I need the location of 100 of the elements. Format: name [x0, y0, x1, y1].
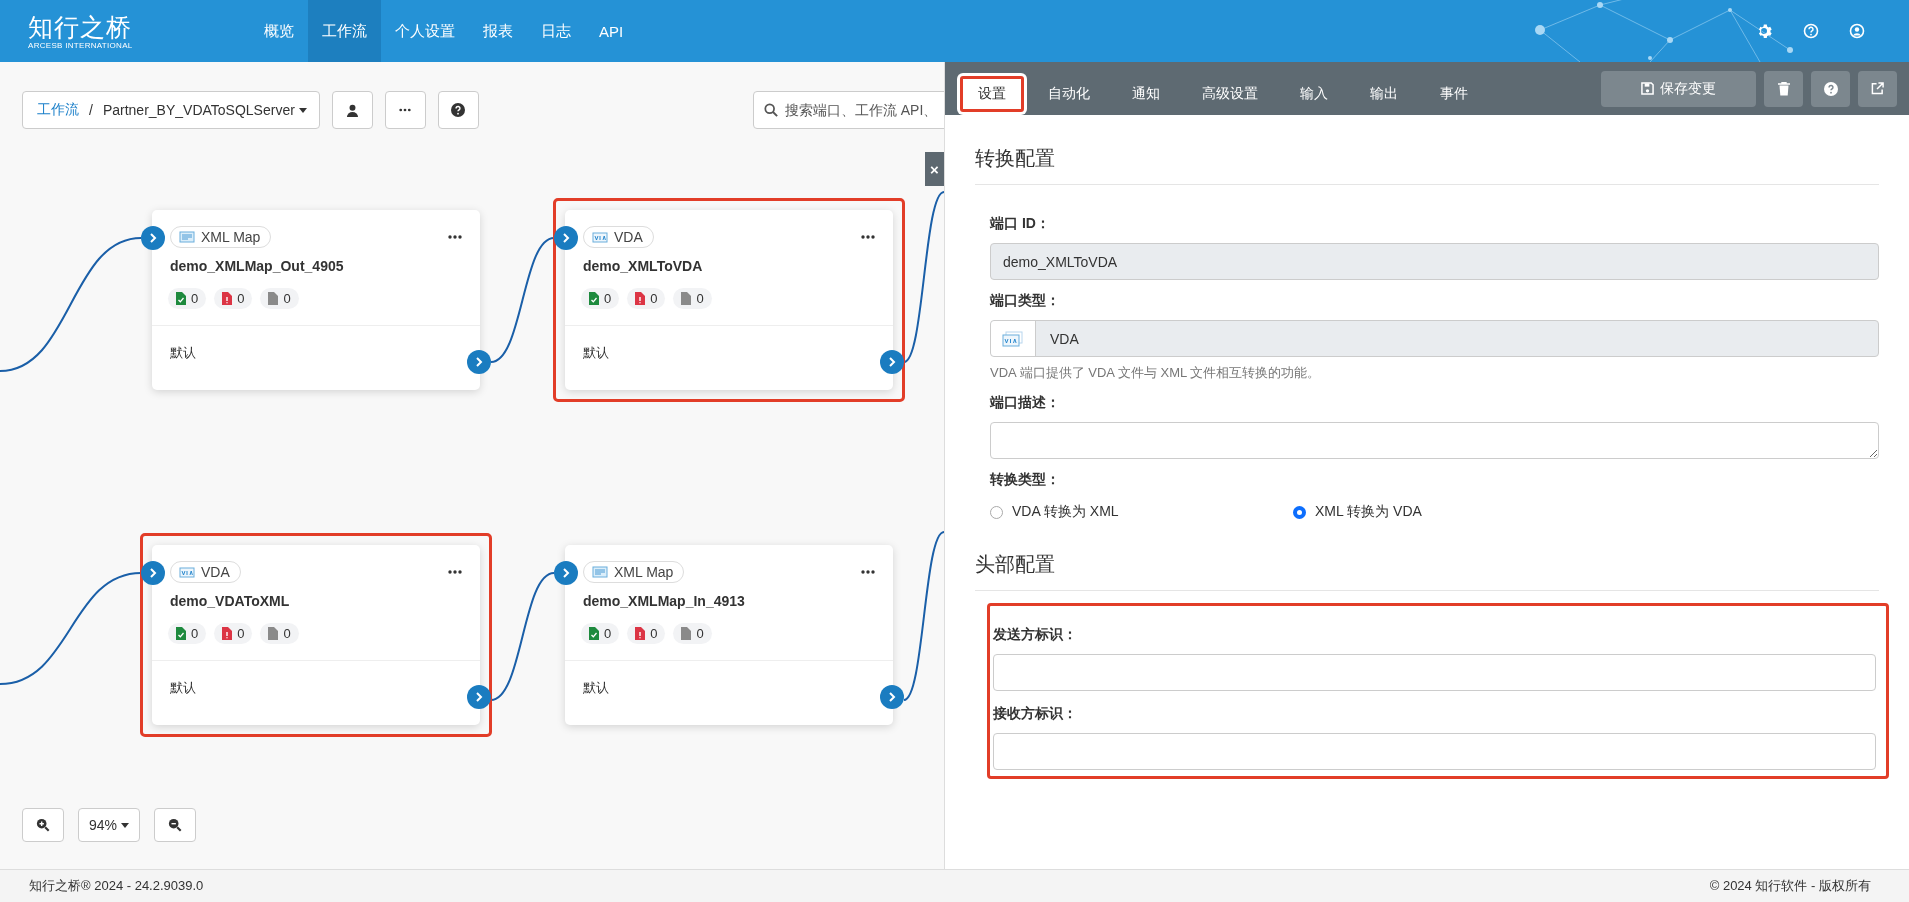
more-icon[interactable] — [448, 235, 462, 239]
file-count-badge: 0 — [627, 288, 666, 309]
field-label: 转换类型： — [990, 471, 1061, 489]
map-file-icon — [179, 231, 195, 243]
file-count-badge: 0 — [260, 623, 299, 644]
input-port-handle[interactable] — [554, 561, 578, 585]
port-node-card[interactable]: VDA demo_XMLToVDA 0 0 0 默认 — [565, 210, 893, 390]
port-node-card[interactable]: VDA demo_VDAToXML 0 0 0 默认 — [152, 545, 480, 725]
nav-tab[interactable]: 工作流 — [308, 0, 381, 62]
zoom-in-button[interactable] — [22, 808, 64, 842]
output-port-handle[interactable] — [467, 350, 491, 374]
port-name: demo_VDAToXML — [169, 592, 291, 609]
breadcrumb-separator: / — [89, 102, 93, 118]
panel-tab[interactable]: 事件 — [1419, 73, 1489, 115]
breadcrumb-link[interactable]: 工作流 — [37, 101, 79, 119]
field-label: 端口描述： — [990, 394, 1061, 412]
logo-subtitle: ARCESB INTERNATIONAL — [28, 40, 133, 50]
map-file-icon — [592, 566, 608, 578]
description-field[interactable] — [990, 422, 1879, 459]
chevron-right-icon — [888, 357, 896, 367]
field-label: 接收方标识： — [993, 705, 1078, 723]
copyright-text: © 2024 知行软件 - 版权所有 — [1709, 877, 1871, 895]
document-icon — [176, 627, 186, 640]
vda-file-icon — [1002, 330, 1024, 347]
chevron-right-icon — [475, 357, 483, 367]
save-button[interactable]: 保存变更 — [1601, 70, 1756, 107]
nav-tab[interactable]: 日志 — [527, 0, 585, 62]
input-port-handle[interactable] — [141, 226, 165, 250]
settings-icon[interactable] — [1757, 23, 1773, 39]
ellipsis-icon — [399, 108, 412, 112]
zoom-out-button[interactable] — [154, 808, 197, 842]
nav-tab[interactable]: 概览 — [250, 0, 308, 62]
file-count-badge: 0 — [581, 288, 620, 309]
section-title: 头部配置 — [975, 551, 1879, 591]
more-icon[interactable] — [448, 570, 462, 574]
help-icon — [451, 103, 466, 117]
caret-icon — [298, 107, 307, 113]
panel-tab[interactable]: 自动化 — [1027, 73, 1111, 115]
output-label: 默认 — [170, 680, 196, 695]
radio-option[interactable]: XML 转换为 VDA — [1293, 503, 1596, 521]
port-node-card[interactable]: XML Map demo_XMLMap_Out_4905 0 0 0 默认 — [152, 210, 480, 390]
panel-tab[interactable]: 高级设置 — [1181, 73, 1279, 115]
more-icon[interactable] — [861, 570, 875, 574]
version-text: 知行之桥® 2024 - 24.2.9039.0 — [29, 877, 204, 895]
file-count-badge: 0 — [581, 623, 620, 644]
chevron-right-icon — [475, 692, 483, 702]
panel-tab[interactable]: 输出 — [1349, 73, 1419, 115]
trash-icon — [1777, 81, 1790, 96]
nav-tab[interactable]: API — [585, 0, 638, 62]
document-icon — [222, 292, 233, 305]
document-icon — [589, 292, 599, 305]
zoom-out-icon — [168, 818, 183, 832]
nav-tab[interactable]: 报表 — [469, 0, 527, 62]
field-label: 端口类型： — [990, 292, 1061, 310]
document-icon — [222, 627, 233, 640]
document-icon — [268, 292, 279, 305]
vda-file-icon — [592, 231, 608, 243]
panel-tab[interactable]: 设置 — [957, 73, 1027, 115]
port-name: demo_XMLToVDA — [582, 257, 704, 274]
chevron-right-icon — [149, 233, 157, 243]
document-icon — [589, 627, 599, 640]
help-button[interactable] — [1811, 70, 1850, 107]
file-count-badge: 0 — [168, 623, 207, 644]
open-external-button[interactable] — [1858, 70, 1897, 107]
search-icon — [763, 103, 778, 117]
text-input-field[interactable] — [993, 733, 1876, 770]
port-node-card[interactable]: XML Map demo_XMLMap_In_4913 0 0 0 默认 — [565, 545, 893, 725]
radio-option[interactable]: VDA 转换为 XML — [990, 503, 1293, 521]
file-count-badge: 0 — [168, 288, 207, 309]
search-field[interactable]: 搜索端口、工作流 API、 — [752, 91, 944, 129]
help-icon[interactable] — [1803, 23, 1819, 39]
zoom-level-dropdown[interactable]: 94% — [78, 808, 141, 842]
file-count-badge: 0 — [260, 288, 299, 309]
panel-tab[interactable]: 输入 — [1279, 73, 1349, 115]
external-link-icon — [1871, 82, 1884, 95]
output-label: 默认 — [583, 345, 609, 360]
output-label: 默认 — [583, 680, 609, 695]
port-name: demo_XMLMap_In_4913 — [582, 592, 746, 609]
panel-tab[interactable]: 通知 — [1111, 73, 1181, 115]
user-icon[interactable] — [1849, 23, 1865, 39]
help-icon — [1823, 81, 1838, 96]
text-input-field[interactable] — [993, 654, 1876, 691]
logo[interactable]: 知行之桥 — [28, 12, 132, 41]
radio-button[interactable] — [1293, 505, 1306, 519]
file-count-badge: 0 — [673, 623, 712, 644]
nav-tab[interactable]: 个人设置 — [381, 0, 469, 62]
more-icon[interactable] — [861, 235, 875, 239]
field-label: 发送方标识： — [993, 626, 1078, 644]
output-port-handle[interactable] — [880, 685, 904, 709]
workflow-dropdown[interactable]: Partner_BY_VDAToSQLServer — [102, 102, 307, 118]
chevron-right-icon — [562, 233, 570, 243]
user-button[interactable] — [331, 91, 373, 129]
close-button[interactable]: × — [925, 152, 944, 186]
delete-button[interactable] — [1764, 70, 1803, 107]
section-title: 转换配置 — [975, 145, 1879, 185]
port-id-field[interactable]: demo_XMLToVDA — [990, 243, 1879, 280]
chevron-right-icon — [149, 568, 157, 578]
document-icon — [268, 627, 279, 640]
help-button[interactable] — [437, 91, 479, 129]
port-type-field[interactable]: VDA — [990, 320, 1879, 357]
